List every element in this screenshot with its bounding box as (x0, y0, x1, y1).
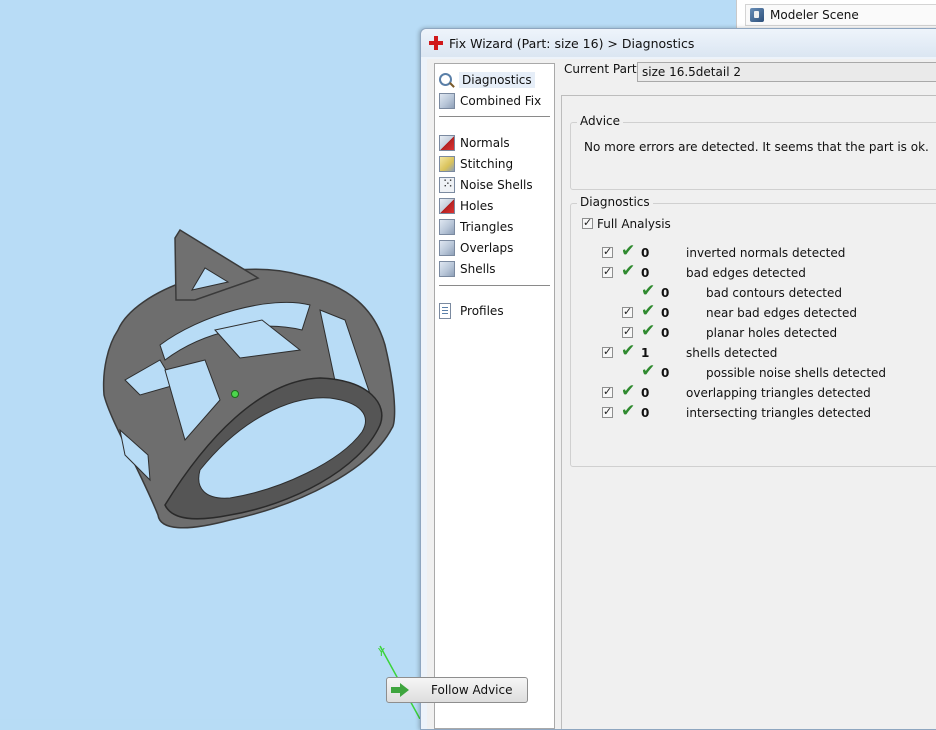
ok-check-icon: ✔ (621, 241, 636, 261)
full-analysis-checkbox[interactable] (582, 216, 593, 229)
pivot-marker (231, 390, 239, 398)
nav-item-label: Noise Shells (460, 177, 533, 192)
diagnostics-title: Diagnostics (577, 195, 653, 209)
nav-item-label: Shells (460, 261, 496, 276)
diagnostics-group: Diagnostics Full Analysis ✔ 0 inverted n… (570, 195, 936, 467)
modeler-scene-icon (750, 8, 764, 22)
ok-check-icon: ✔ (621, 381, 636, 401)
nav-item-label: Holes (460, 198, 494, 213)
triangles-cube-icon (439, 218, 455, 235)
advice-title: Advice (577, 114, 624, 128)
current-part-label: Current Part: (564, 62, 641, 76)
magnifier-icon (439, 73, 452, 86)
overlaps-cube-icon (439, 239, 455, 256)
follow-advice-button[interactable]: Follow Advice (386, 677, 528, 703)
holes-cube-icon (439, 197, 455, 214)
follow-advice-label: Follow Advice (431, 683, 513, 697)
diagnostics-panel: Advice No more errors are detected. It s… (561, 95, 936, 729)
row-count: 0 (641, 386, 650, 400)
row-checkbox[interactable] (602, 345, 613, 358)
ok-check-icon: ✔ (641, 281, 656, 301)
nav-item-holes[interactable]: Holes (439, 196, 493, 215)
nav-item-diagnostics[interactable]: Diagnostics (439, 70, 535, 89)
row-label: possible noise shells detected (706, 366, 887, 380)
axis-label: Y (377, 646, 385, 659)
dice-icon (439, 176, 455, 193)
cube-icon (439, 92, 455, 109)
nav-item-overlaps[interactable]: Overlaps (439, 238, 513, 257)
row-count: 0 (641, 246, 650, 260)
row-label: bad contours detected (706, 286, 842, 300)
row-label: inverted normals detected (686, 246, 846, 260)
arrow-right-icon (391, 683, 409, 697)
nav-item-label: Profiles (460, 303, 504, 318)
nav-item-label: Overlaps (460, 240, 514, 255)
row-checkbox[interactable] (602, 245, 613, 258)
nav-item-stitching[interactable]: Stitching (439, 154, 513, 173)
row-count: 0 (661, 286, 670, 300)
nav-item-label: Diagnostics (459, 71, 535, 88)
fix-wizard-dialog: Fix Wizard (Part: size 16) > Diagnostics… (420, 28, 936, 730)
scene-tab[interactable]: Modeler Scene (736, 0, 936, 28)
row-count: 0 (641, 266, 650, 280)
normals-cube-icon (439, 134, 455, 151)
nav-divider (439, 285, 550, 286)
nav-item-label: Triangles (460, 219, 514, 234)
nav-item-label: Combined Fix (460, 93, 542, 108)
nav-item-normals[interactable]: Normals (439, 133, 510, 152)
dialog-title: Fix Wizard (Part: size 16) > Diagnostics (449, 35, 695, 51)
ok-check-icon: ✔ (621, 341, 636, 361)
row-checkbox[interactable] (622, 305, 633, 318)
advice-text: No more errors are detected. It seems th… (584, 140, 929, 154)
row-label: planar holes detected (706, 326, 838, 340)
full-analysis-label: Full Analysis (597, 217, 671, 231)
row-checkbox[interactable] (622, 325, 633, 338)
fix-wizard-icon (429, 36, 443, 50)
ok-check-icon: ✔ (641, 361, 656, 381)
row-checkbox[interactable] (602, 385, 613, 398)
row-label: shells detected (686, 346, 778, 360)
ok-check-icon: ✔ (641, 301, 656, 321)
current-part-field[interactable]: size 16.5detail 2 (637, 62, 936, 82)
ok-check-icon: ✔ (621, 261, 636, 281)
nav-item-noise-shells[interactable]: Noise Shells (439, 175, 533, 194)
row-count: 1 (641, 346, 650, 360)
row-count: 0 (661, 366, 670, 380)
row-count: 0 (661, 326, 670, 340)
advice-group: Advice No more errors are detected. It s… (570, 114, 936, 190)
document-icon (439, 302, 451, 319)
row-checkbox[interactable] (602, 265, 613, 278)
nav-divider (439, 116, 550, 117)
nav-item-shells[interactable]: Shells (439, 259, 496, 278)
dialog-titlebar[interactable]: Fix Wizard (Part: size 16) > Diagnostics (421, 29, 936, 57)
nav-item-label: Stitching (460, 156, 514, 171)
row-label: near bad edges detected (706, 306, 857, 320)
ok-check-icon: ✔ (621, 401, 636, 421)
row-count: 0 (641, 406, 650, 420)
row-label: bad edges detected (686, 266, 806, 280)
wizard-nav: Diagnostics Combined Fix Normals Stitchi… (434, 63, 555, 729)
row-count: 0 (661, 306, 670, 320)
stitching-cube-icon (439, 155, 455, 172)
ok-check-icon: ✔ (641, 321, 656, 341)
nav-item-combined-fix[interactable]: Combined Fix (439, 91, 541, 110)
nav-item-label: Normals (460, 135, 510, 150)
row-label: overlapping triangles detected (686, 386, 871, 400)
row-label: intersecting triangles detected (686, 406, 871, 420)
shells-cube-icon (439, 260, 455, 277)
scene-tab-label: Modeler Scene (770, 8, 859, 22)
nav-item-profiles[interactable]: Profiles (439, 301, 504, 320)
nav-item-triangles[interactable]: Triangles (439, 217, 513, 236)
row-checkbox[interactable] (602, 405, 613, 418)
